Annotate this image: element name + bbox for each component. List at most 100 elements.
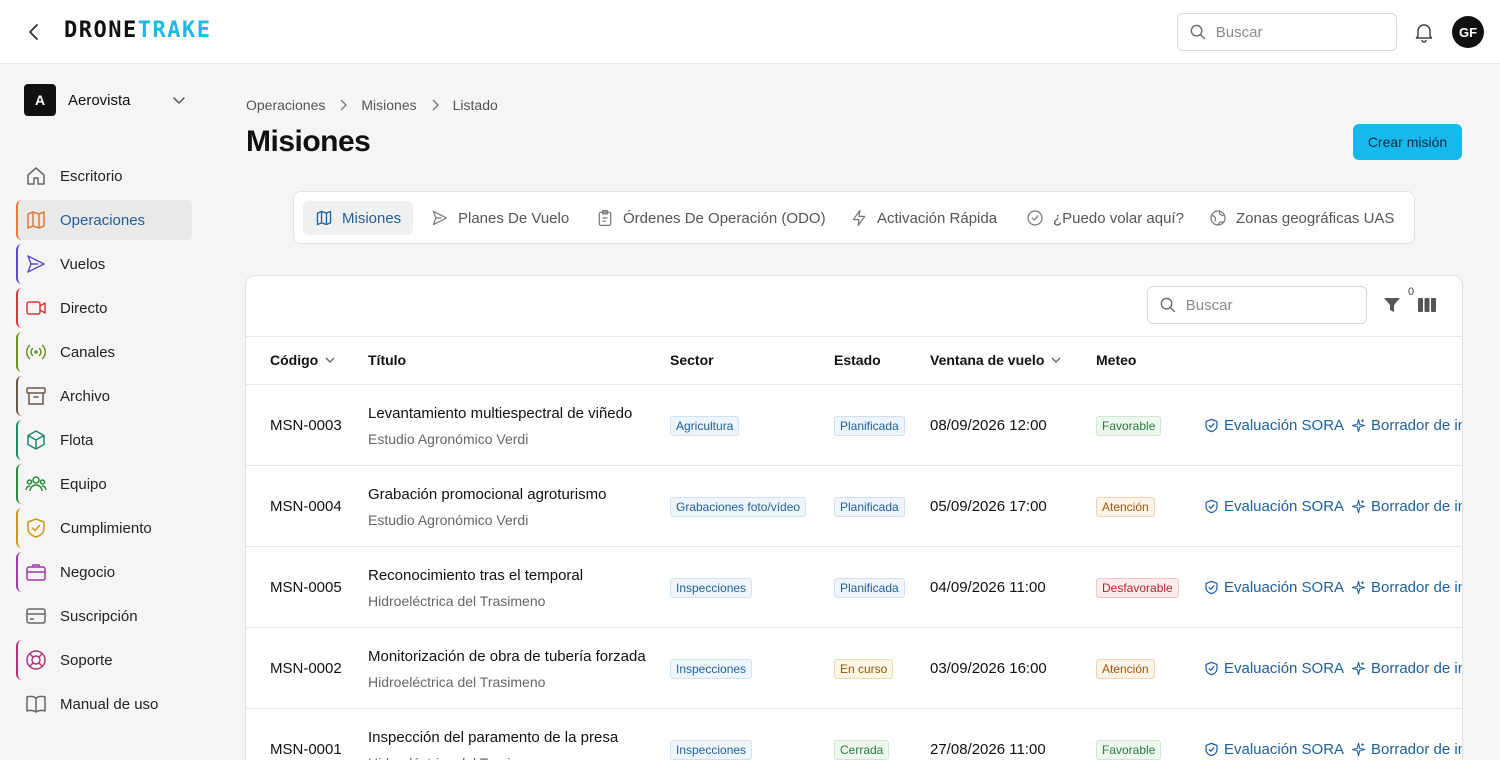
sora-evaluation-label: Evaluación SORA [1224, 741, 1345, 758]
tab-ordenes-de-operacion[interactable]: Órdenes De Operación (ODO) [596, 201, 826, 235]
sidebar-item-suscripcion[interactable]: Suscripción [16, 596, 192, 636]
sparkle-icon [1351, 418, 1366, 433]
mission-title[interactable]: Levantamiento multiespectral de viñedo [368, 405, 632, 422]
sidebar-item-archivo[interactable]: Archivo [16, 376, 192, 416]
draft-link[interactable]: Borrador de in [1351, 579, 1462, 596]
weather-badge: Atención [1096, 497, 1155, 517]
weather-badge: Favorable [1096, 416, 1162, 436]
table-search-input[interactable] [1185, 296, 1366, 314]
breadcrumb-item[interactable]: Misiones [361, 97, 416, 113]
create-mission-button[interactable]: Crear misión [1353, 124, 1462, 160]
mission-client: Estudio Agronómico Verdi [368, 512, 529, 528]
sidebar-item-manual[interactable]: Manual de uso [16, 684, 192, 724]
column-header-sector: Sector [670, 352, 714, 368]
shield-check-icon [1204, 742, 1219, 757]
sora-evaluation-link[interactable]: Evaluación SORA [1204, 660, 1344, 677]
column-label: Sector [670, 352, 714, 368]
column-header-titulo: Título [368, 352, 406, 368]
table-row[interactable]: MSN-0003 Levantamiento multiespectral de … [246, 385, 1462, 466]
table-row[interactable]: MSN-0005 Reconocimiento tras el temporal H… [246, 547, 1462, 628]
status-badge: Planificada [834, 578, 905, 598]
tab-label: Misiones [342, 209, 402, 227]
column-header-codigo[interactable]: Código [270, 352, 336, 368]
sparkle-icon [1351, 580, 1366, 595]
notifications-button[interactable] [1413, 21, 1435, 43]
flight-window: 08/09/2026 12:00 [930, 417, 1047, 434]
chevron-right-icon [430, 99, 440, 111]
draft-link[interactable]: Borrador de in [1351, 417, 1462, 434]
tab-activacion-rapida[interactable]: Activación Rápida [850, 201, 997, 235]
credit-card-icon [24, 604, 48, 628]
tab-label: Órdenes De Operación (ODO) [623, 209, 826, 227]
sidebar-item-canales[interactable]: Canales [16, 332, 192, 372]
sparkle-icon [1351, 661, 1366, 676]
back-button[interactable] [24, 22, 44, 42]
column-header-meteo: Meteo [1096, 352, 1136, 368]
sparkle-icon [1351, 499, 1366, 514]
sora-evaluation-link[interactable]: Evaluación SORA [1204, 741, 1344, 758]
section-tabs: Misiones Planes De Vuelo Órdenes De Oper… [293, 191, 1415, 244]
mission-code: MSN-0004 [270, 498, 342, 515]
draft-label: Borrador de in [1371, 498, 1463, 515]
shield-check-icon [1204, 580, 1219, 595]
tab-zonas-geograficas-uas[interactable]: Zonas geográficas UAS [1209, 201, 1394, 235]
chevron-down-icon[interactable] [324, 354, 336, 366]
weather-badge: Favorable [1096, 740, 1162, 760]
tab-planes-de-vuelo[interactable]: Planes De Vuelo [431, 201, 569, 235]
user-avatar[interactable]: GF [1452, 16, 1484, 48]
sora-evaluation-link[interactable]: Evaluación SORA [1204, 498, 1344, 515]
sora-evaluation-link[interactable]: Evaluación SORA [1204, 417, 1344, 434]
global-search[interactable] [1177, 13, 1397, 51]
sidebar-item-flota[interactable]: Flota [16, 420, 192, 460]
draft-link[interactable]: Borrador de in [1351, 498, 1463, 515]
table-row[interactable]: MSN-0001 Inspección del paramento de la p… [246, 709, 1463, 760]
mission-code: MSN-0002 [270, 660, 342, 677]
sora-evaluation-label: Evaluación SORA [1224, 417, 1345, 434]
draft-link[interactable]: Borrador de in [1351, 741, 1463, 758]
sora-evaluation-label: Evaluación SORA [1224, 660, 1345, 677]
sora-evaluation-link[interactable]: Evaluación SORA [1204, 579, 1344, 596]
columns-button[interactable] [1418, 297, 1436, 313]
org-badge: A [24, 84, 56, 116]
tab-misiones[interactable]: Misiones [303, 201, 414, 235]
sidebar-item-label: Manual de uso [60, 695, 159, 713]
mission-title[interactable]: Inspección del paramento de la presa [368, 729, 618, 746]
sidebar-item-vuelos[interactable]: Vuelos [16, 244, 192, 284]
table-header: Código Título Sector Estado Ventana de v… [246, 336, 1462, 385]
sector-badge: Agricultura [670, 416, 740, 436]
draft-label: Borrador de in [1371, 741, 1463, 758]
column-header-ventana[interactable]: Ventana de vuelo [930, 352, 1062, 368]
table-search[interactable] [1147, 286, 1367, 324]
status-badge: Cerrada [834, 740, 890, 760]
sidebar-item-equipo[interactable]: Equipo [16, 464, 192, 504]
table-row[interactable]: MSN-0002 Monitorización de obra de tuberí… [246, 628, 1462, 709]
weather-badge: Desfavorable [1096, 578, 1179, 598]
sidebar-item-operaciones[interactable]: Operaciones [16, 200, 192, 240]
breadcrumb-item[interactable]: Operaciones [246, 97, 325, 113]
sidebar-item-cumplimiento[interactable]: Cumplimiento [16, 508, 192, 548]
broadcast-icon [24, 340, 48, 364]
mission-title[interactable]: Monitorización de obra de tubería forzad… [368, 648, 646, 665]
sparkle-icon [1351, 742, 1366, 757]
weather-badge: Atención [1096, 659, 1155, 679]
check-circle-icon [1026, 209, 1044, 227]
mission-client: Hidroeléctrica del Trasimeno [368, 593, 546, 609]
sidebar-item-negocio[interactable]: Negocio [16, 552, 192, 592]
tab-label: Zonas geográficas UAS [1236, 209, 1395, 227]
sidebar-item-directo[interactable]: Directo [16, 288, 192, 328]
sidebar-item-soporte[interactable]: Soporte [16, 640, 192, 680]
tab-puedo-volar-aqui[interactable]: ¿Puedo volar aquí? [1026, 201, 1184, 235]
app-logo[interactable]: DRONETRAKE [64, 18, 211, 43]
global-search-input[interactable] [1215, 23, 1396, 41]
sidebar-item-escritorio[interactable]: Escritorio [16, 156, 192, 196]
table-row[interactable]: MSN-0004 Grabación promocional agroturism… [246, 466, 1463, 547]
map-icon [24, 208, 48, 232]
filter-button[interactable] [1383, 296, 1401, 314]
mission-title[interactable]: Reconocimiento tras el temporal [368, 567, 583, 584]
column-label: Título [368, 352, 407, 368]
draft-link[interactable]: Borrador de in [1351, 660, 1462, 677]
chevron-down-icon[interactable] [1050, 354, 1062, 366]
lightning-icon [850, 209, 868, 227]
org-switcher[interactable]: A Aerovista [24, 84, 186, 116]
mission-title[interactable]: Grabación promocional agroturismo [368, 486, 606, 503]
